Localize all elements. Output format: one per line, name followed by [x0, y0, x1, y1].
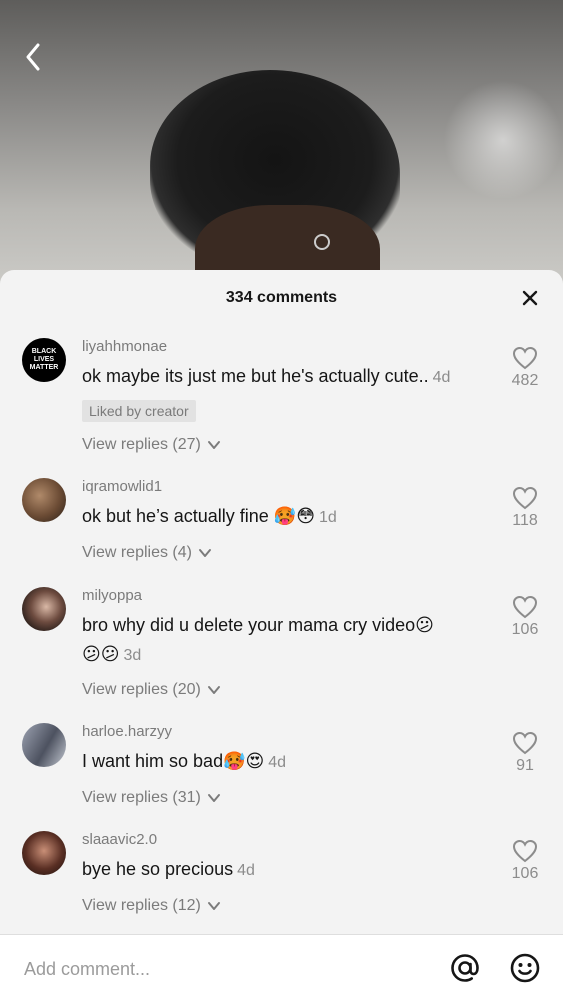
mention-button[interactable] — [449, 952, 481, 984]
comment-time: 4d — [432, 369, 451, 386]
eyebrow-piercing — [314, 234, 330, 250]
comment-text-block: I want him so bad🥵😍 4d — [82, 747, 492, 777]
comment-time: 1d — [319, 509, 337, 526]
heart-icon — [512, 346, 538, 370]
comment-time: 4d — [268, 754, 287, 771]
wall-glow — [443, 80, 563, 200]
comment-item: slaaavic2.0 bye he so precious 4d View re… — [0, 831, 563, 931]
comments-sheet: 334 comments BLACK LIVES MATTER liyahhmo… — [0, 270, 563, 1000]
heart-icon — [512, 595, 538, 619]
comment-time: 4d — [237, 862, 255, 879]
chevron-down-icon — [207, 686, 220, 694]
avatar-text-line: BLACK — [31, 348, 57, 355]
comment-text: ok but he’s actually fine — [82, 506, 269, 526]
view-replies-label: View replies (31) — [82, 789, 201, 806]
close-button[interactable] — [519, 287, 541, 309]
comment-username[interactable]: iqramowlid1 — [82, 478, 162, 495]
view-replies-button[interactable]: View replies (27) — [82, 436, 221, 454]
view-replies-label: View replies (27) — [82, 436, 201, 453]
video-background[interactable] — [0, 0, 563, 300]
view-replies-button[interactable]: View replies (4) — [82, 544, 212, 562]
like-button[interactable]: 91 — [505, 731, 545, 775]
avatar[interactable]: BLACK LIVES MATTER — [22, 338, 66, 382]
comment-time: 3d — [123, 647, 142, 664]
avatar[interactable] — [22, 478, 66, 522]
comment-text: ok maybe its just me but he's actually c… — [82, 366, 429, 386]
chevron-down-icon — [198, 549, 211, 557]
comment-text-block: bye he so precious 4d — [82, 855, 492, 885]
comment-emojis: 🥵😳 — [273, 506, 315, 527]
chevron-down-icon — [207, 794, 220, 802]
smiley-icon — [510, 953, 540, 983]
comment-input-bar — [0, 934, 563, 1001]
view-replies-button[interactable]: View replies (31) — [82, 789, 221, 807]
add-comment-input[interactable] — [22, 955, 406, 983]
comment-item: harloe.harzyy I want him so bad🥵😍 4d View… — [0, 723, 563, 823]
avatar-text-line: LIVES — [33, 356, 55, 363]
comment-text-block: ok but he’s actually fine 🥵😳 1d — [82, 502, 492, 532]
comment-text: bye he so precious — [82, 859, 234, 879]
chevron-down-icon — [207, 902, 220, 910]
at-sign-icon — [451, 954, 479, 982]
heart-icon — [512, 486, 538, 510]
view-replies-label: View replies (12) — [82, 897, 201, 914]
like-button[interactable]: 106 — [505, 839, 545, 883]
comment-item: BLACK LIVES MATTER liyahhmonae ok maybe … — [0, 338, 563, 468]
avatar[interactable] — [22, 723, 66, 767]
comment-username[interactable]: harloe.harzyy — [82, 723, 172, 740]
like-button[interactable]: 118 — [505, 486, 545, 530]
comment-text: bro why did u delete your mama cry video — [82, 615, 416, 635]
comment-emojis: 😕😕 — [82, 644, 120, 665]
comment-text: I want him so bad — [82, 751, 224, 771]
view-replies-button[interactable]: View replies (12) — [82, 897, 221, 915]
like-button[interactable]: 482 — [505, 346, 545, 390]
avatar[interactable] — [22, 831, 66, 875]
comment-emojis: 😕 — [415, 615, 434, 636]
comment-text-block: ok maybe its just me but he's actually c… — [82, 362, 492, 392]
view-replies-label: View replies (4) — [82, 544, 192, 561]
avatar-text-line: MATTER — [29, 364, 59, 371]
comment-item: iqramowlid1 ok but he’s actually fine 🥵😳… — [0, 478, 563, 578]
comments-list: BLACK LIVES MATTER liyahhmonae ok maybe … — [0, 326, 563, 936]
comment-username[interactable]: slaaavic2.0 — [82, 831, 157, 848]
view-replies-label: View replies (20) — [82, 681, 201, 698]
like-count: 482 — [511, 372, 539, 389]
chevron-down-icon — [207, 441, 220, 449]
comment-username[interactable]: liyahhmonae — [82, 338, 167, 355]
comment-text-block: bro why did u delete your mama cry video… — [82, 611, 492, 670]
view-replies-button[interactable]: View replies (20) — [82, 681, 221, 699]
heart-icon — [512, 839, 538, 863]
like-count: 91 — [516, 757, 534, 774]
close-icon — [522, 290, 538, 306]
heart-icon — [512, 731, 538, 755]
emoji-button[interactable] — [509, 952, 541, 984]
avatar[interactable] — [22, 587, 66, 631]
liked-by-creator-badge: Liked by creator — [82, 400, 196, 422]
comment-username[interactable]: milyoppa — [82, 587, 142, 604]
like-button[interactable]: 106 — [505, 595, 545, 639]
like-count: 118 — [512, 512, 538, 529]
like-count: 106 — [511, 621, 539, 638]
chevron-left-icon — [26, 43, 40, 71]
comment-emojis: 🥵😍 — [223, 751, 265, 772]
comments-header: 334 comments — [0, 270, 563, 326]
back-button[interactable] — [18, 40, 48, 74]
like-count: 106 — [511, 865, 539, 882]
comment-item: milyoppa bro why did u delete your mama … — [0, 587, 563, 717]
comments-count-title: 334 comments — [225, 289, 338, 306]
